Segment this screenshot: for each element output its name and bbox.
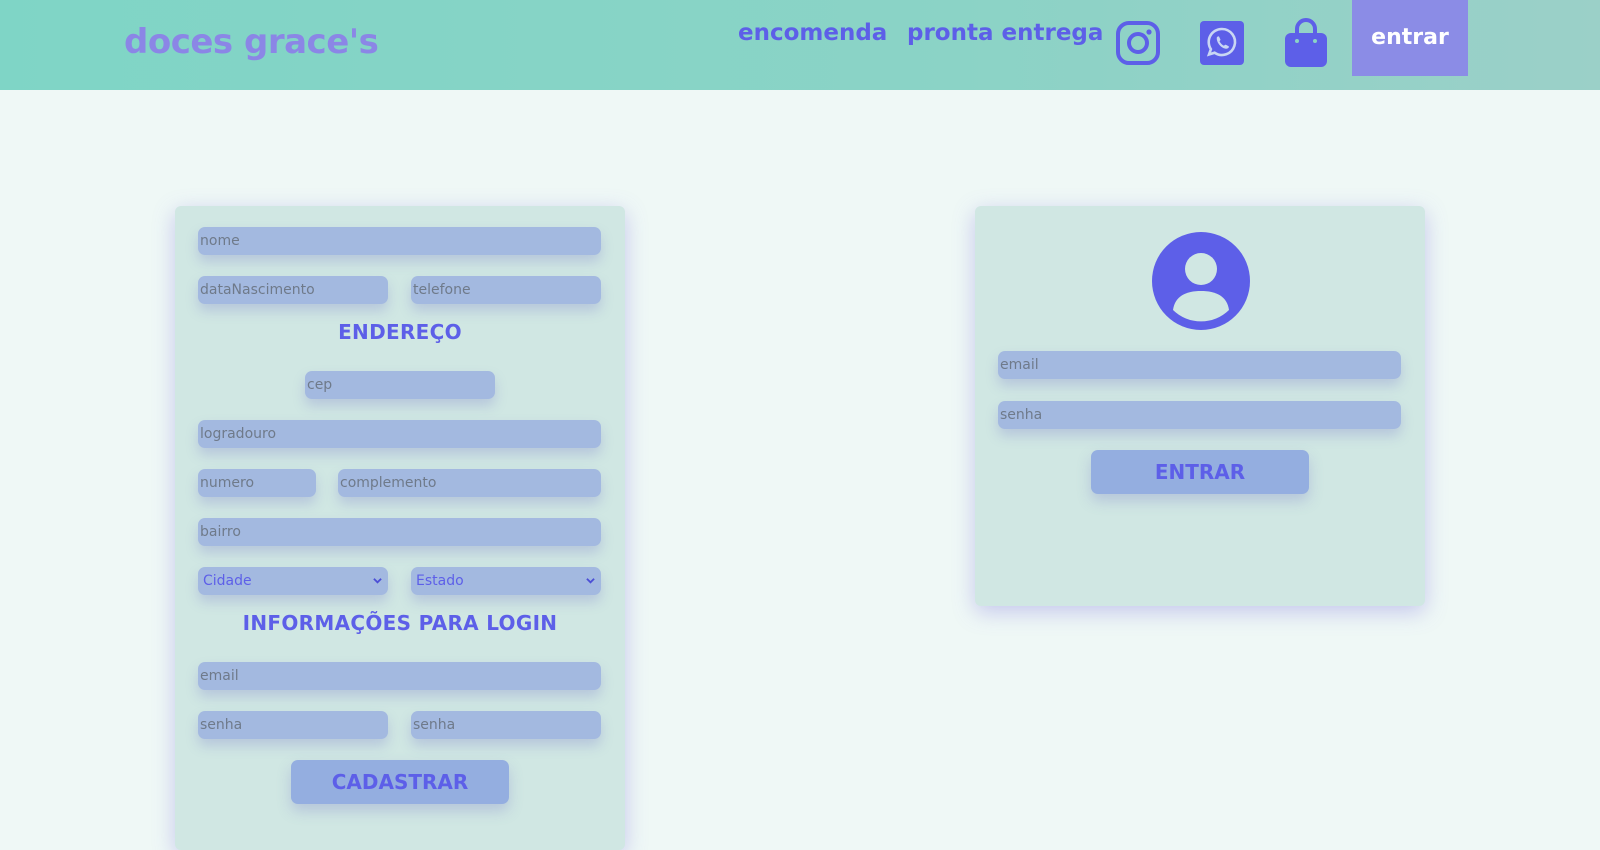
shopping-bag-icon[interactable] — [1283, 18, 1329, 68]
cidade-select-value: Cidade — [203, 573, 252, 589]
login-card: ENTRAR — [975, 206, 1425, 606]
entrar-button[interactable]: entrar — [1352, 0, 1468, 76]
login-senha-input[interactable] — [998, 401, 1401, 429]
brand-logo[interactable]: doces grace's — [124, 22, 379, 62]
user-avatar-icon — [1152, 232, 1250, 330]
chevron-down-icon — [586, 578, 595, 584]
nav-encomenda-link[interactable]: encomenda — [738, 20, 887, 46]
numero-input[interactable] — [198, 469, 316, 497]
instagram-icon[interactable] — [1115, 20, 1161, 66]
top-navbar: doces grace's encomenda pronta entrega e… — [0, 0, 1600, 90]
complemento-input[interactable] — [338, 469, 601, 497]
logradouro-input[interactable] — [198, 420, 601, 448]
estado-select[interactable]: Estado — [411, 567, 601, 595]
estado-select-value: Estado — [416, 573, 464, 589]
telefone-input[interactable] — [411, 276, 601, 304]
register-card: ENDEREÇO Cidade Estado INFORMAÇÕES PARA … — [175, 206, 625, 850]
register-senha-input[interactable] — [198, 711, 388, 739]
data-nascimento-input[interactable] — [198, 276, 388, 304]
bairro-input[interactable] — [198, 518, 601, 546]
cep-input[interactable] — [305, 371, 495, 399]
nome-input[interactable] — [198, 227, 601, 255]
nav-pronta-entrega-link[interactable]: pronta entrega — [907, 20, 1103, 46]
register-email-input[interactable] — [198, 662, 601, 690]
register-senha-confirm-input[interactable] — [411, 711, 601, 739]
chevron-down-icon — [373, 578, 382, 584]
endereco-heading: ENDEREÇO — [338, 320, 462, 344]
login-info-heading: INFORMAÇÕES PARA LOGIN — [242, 611, 558, 635]
cadastrar-button[interactable]: CADASTRAR — [291, 760, 509, 804]
cidade-select[interactable]: Cidade — [198, 567, 388, 595]
login-entrar-button[interactable]: ENTRAR — [1091, 450, 1309, 494]
login-email-input[interactable] — [998, 351, 1401, 379]
whatsapp-icon[interactable] — [1199, 20, 1245, 66]
